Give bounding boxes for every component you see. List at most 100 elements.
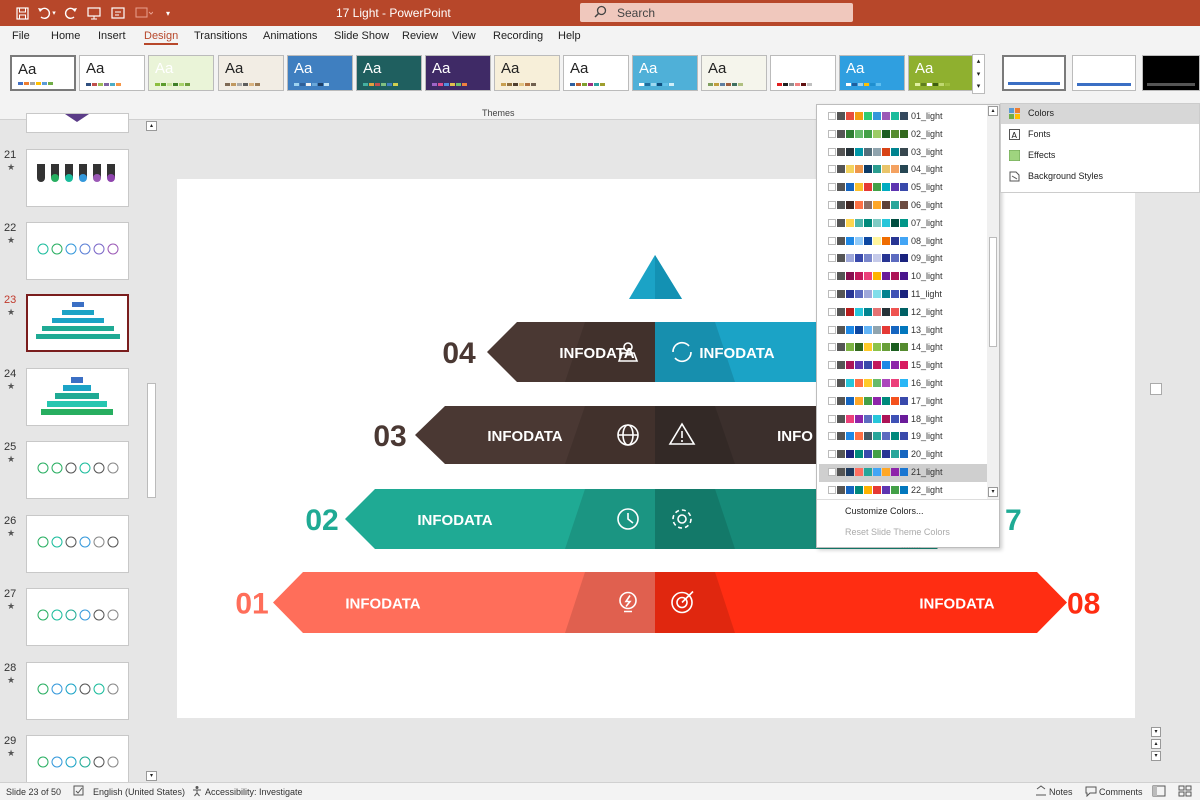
theme-thumbnail[interactable]: Aa bbox=[563, 55, 629, 91]
color-scheme-item[interactable]: 09_light bbox=[819, 250, 987, 268]
theme-thumbnail[interactable]: Aa bbox=[287, 55, 353, 91]
dropdown-resize-grip[interactable]: ........ bbox=[901, 540, 921, 550]
slide-thumbnail-23[interactable] bbox=[26, 294, 129, 352]
color-scheme-item[interactable]: 18_light bbox=[819, 411, 987, 429]
color-scheme-item[interactable]: 20_light bbox=[819, 446, 987, 464]
customize-toolbar-icon[interactable]: ▾ bbox=[163, 5, 173, 21]
color-scheme-item[interactable]: 07_light bbox=[819, 215, 987, 233]
theme-thumbnail[interactable]: Aa bbox=[701, 55, 767, 91]
variant-thumbnail[interactable] bbox=[1142, 55, 1200, 91]
tab-animations[interactable]: Animations bbox=[263, 30, 317, 42]
color-scheme-item[interactable]: 03_light bbox=[819, 144, 987, 162]
accessibility-status[interactable]: Accessibility: Investigate bbox=[205, 787, 303, 797]
slide-thumbnail-24[interactable] bbox=[26, 368, 129, 426]
tab-design[interactable]: Design bbox=[144, 30, 179, 45]
theme-thumbnail[interactable]: Aa bbox=[908, 55, 974, 91]
shape-fill-icon[interactable] bbox=[133, 5, 155, 21]
theme-thumbnail[interactable]: Aa bbox=[632, 55, 698, 91]
present-icon[interactable] bbox=[86, 5, 102, 21]
slide-thumbnail-25[interactable] bbox=[26, 441, 129, 499]
slide-number: 26 bbox=[4, 515, 17, 527]
colors-dropdown-scrollbar[interactable]: ▴ ▾ bbox=[987, 105, 999, 499]
slide-thumbnail-21[interactable] bbox=[26, 149, 129, 207]
theme-thumbnail[interactable]: Aa bbox=[79, 55, 145, 91]
color-scheme-item[interactable]: 22_light bbox=[819, 482, 987, 500]
thumb-shape bbox=[93, 609, 105, 621]
notes-button[interactable]: Notes bbox=[1049, 787, 1073, 797]
editor-scrollbar[interactable]: ▾ ▴ ▾ bbox=[1150, 121, 1165, 782]
thumbnail-scrollbar[interactable]: ▴ ▾ bbox=[146, 121, 157, 782]
color-scheme-name: 10_light bbox=[911, 271, 943, 282]
spelling-icon[interactable] bbox=[73, 785, 85, 799]
theme-thumbnail[interactable]: Aa bbox=[839, 55, 905, 91]
themes-gallery-scroll[interactable]: ▴ ▾ ▾ bbox=[972, 54, 985, 94]
undo-dropdown-icon[interactable]: ▾ bbox=[50, 5, 58, 21]
tab-review[interactable]: Review bbox=[402, 30, 438, 42]
color-scheme-item[interactable]: 17_light bbox=[819, 393, 987, 411]
color-scheme-item[interactable]: 06_light bbox=[819, 197, 987, 215]
theme-thumbnail[interactable]: Aa bbox=[770, 55, 836, 91]
theme-thumbnail[interactable]: Aa bbox=[148, 55, 214, 91]
tab-slide-show[interactable]: Slide Show bbox=[334, 30, 389, 42]
theme-thumbnail[interactable]: Aa bbox=[494, 55, 560, 91]
color-scheme-item[interactable]: 19_light bbox=[819, 428, 987, 446]
color-scheme-item[interactable]: 12_light bbox=[819, 304, 987, 322]
redo-icon[interactable] bbox=[63, 5, 79, 21]
color-scheme-item[interactable]: 04_light bbox=[819, 161, 987, 179]
new-slide-icon[interactable] bbox=[110, 5, 126, 21]
variant-thumbnail[interactable] bbox=[1002, 55, 1066, 91]
thumb-shape bbox=[51, 756, 63, 768]
slide-thumbnail-26[interactable] bbox=[26, 515, 129, 573]
save-icon[interactable] bbox=[14, 5, 30, 21]
slide-sorter-icon[interactable] bbox=[1178, 785, 1192, 799]
tab-help[interactable]: Help bbox=[558, 30, 581, 42]
slide-thumbnail-27[interactable] bbox=[26, 588, 129, 646]
slide-thumbnail-28[interactable] bbox=[26, 662, 129, 720]
color-scheme-name: 17_light bbox=[911, 395, 943, 406]
color-scheme-item[interactable]: 05_light bbox=[819, 179, 987, 197]
theme-preview-text: Aa bbox=[225, 60, 244, 77]
color-scheme-item[interactable]: 01_light bbox=[819, 108, 987, 126]
variant-thumbnail[interactable] bbox=[1072, 55, 1136, 91]
customize-colors-item[interactable]: Customize Colors... bbox=[845, 506, 924, 516]
slide-transition-star: ★ bbox=[7, 748, 16, 758]
theme-thumbnail[interactable]: Aa bbox=[425, 55, 491, 91]
thumb-shape bbox=[107, 683, 119, 695]
color-swatches bbox=[828, 147, 909, 156]
color-scheme-item[interactable]: 15_light bbox=[819, 357, 987, 375]
slide-thumbnail-22[interactable] bbox=[26, 222, 129, 280]
menu-item-effects[interactable]: Effects bbox=[1001, 146, 1199, 166]
language-indicator[interactable]: English (United States) bbox=[93, 787, 185, 797]
tab-insert[interactable]: Insert bbox=[98, 30, 126, 42]
tab-home[interactable]: Home bbox=[51, 30, 80, 42]
accessibility-icon[interactable] bbox=[191, 785, 203, 799]
comments-icon[interactable] bbox=[1085, 785, 1097, 799]
theme-thumbnail[interactable]: Aa bbox=[10, 55, 76, 91]
tab-recording[interactable]: Recording bbox=[493, 30, 543, 42]
comments-button[interactable]: Comments bbox=[1099, 787, 1143, 797]
color-scheme-item[interactable]: 11_light bbox=[819, 286, 987, 304]
normal-view-icon[interactable] bbox=[1152, 785, 1166, 799]
theme-thumbnail[interactable]: Aa bbox=[356, 55, 422, 91]
tier-text-right: INFODATA bbox=[699, 345, 774, 362]
thumb-shape bbox=[37, 683, 49, 695]
tab-file[interactable]: File bbox=[12, 30, 30, 42]
slide-transition-star: ★ bbox=[7, 307, 16, 317]
notes-icon[interactable] bbox=[1035, 785, 1047, 799]
color-scheme-item[interactable]: 14_light bbox=[819, 339, 987, 357]
color-scheme-item[interactable]: 02_light bbox=[819, 126, 987, 144]
color-scheme-item[interactable]: 21_light bbox=[819, 464, 987, 482]
menu-item-colors[interactable]: Colors bbox=[1001, 104, 1199, 124]
tab-transitions[interactable]: Transitions bbox=[194, 30, 247, 42]
theme-thumbnail[interactable]: Aa bbox=[218, 55, 284, 91]
slide-thumbnail-20[interactable] bbox=[26, 113, 129, 133]
color-scheme-name: 02_light bbox=[911, 128, 943, 139]
color-scheme-item[interactable]: 13_light bbox=[819, 322, 987, 340]
search-box[interactable]: Search bbox=[580, 3, 853, 22]
tab-view[interactable]: View bbox=[452, 30, 476, 42]
color-scheme-item[interactable]: 10_light bbox=[819, 268, 987, 286]
menu-item-fonts[interactable]: A Fonts bbox=[1001, 125, 1199, 145]
menu-item-background-styles[interactable]: Background Styles bbox=[1001, 167, 1199, 187]
color-scheme-item[interactable]: 16_light bbox=[819, 375, 987, 393]
color-scheme-item[interactable]: 08_light bbox=[819, 233, 987, 251]
